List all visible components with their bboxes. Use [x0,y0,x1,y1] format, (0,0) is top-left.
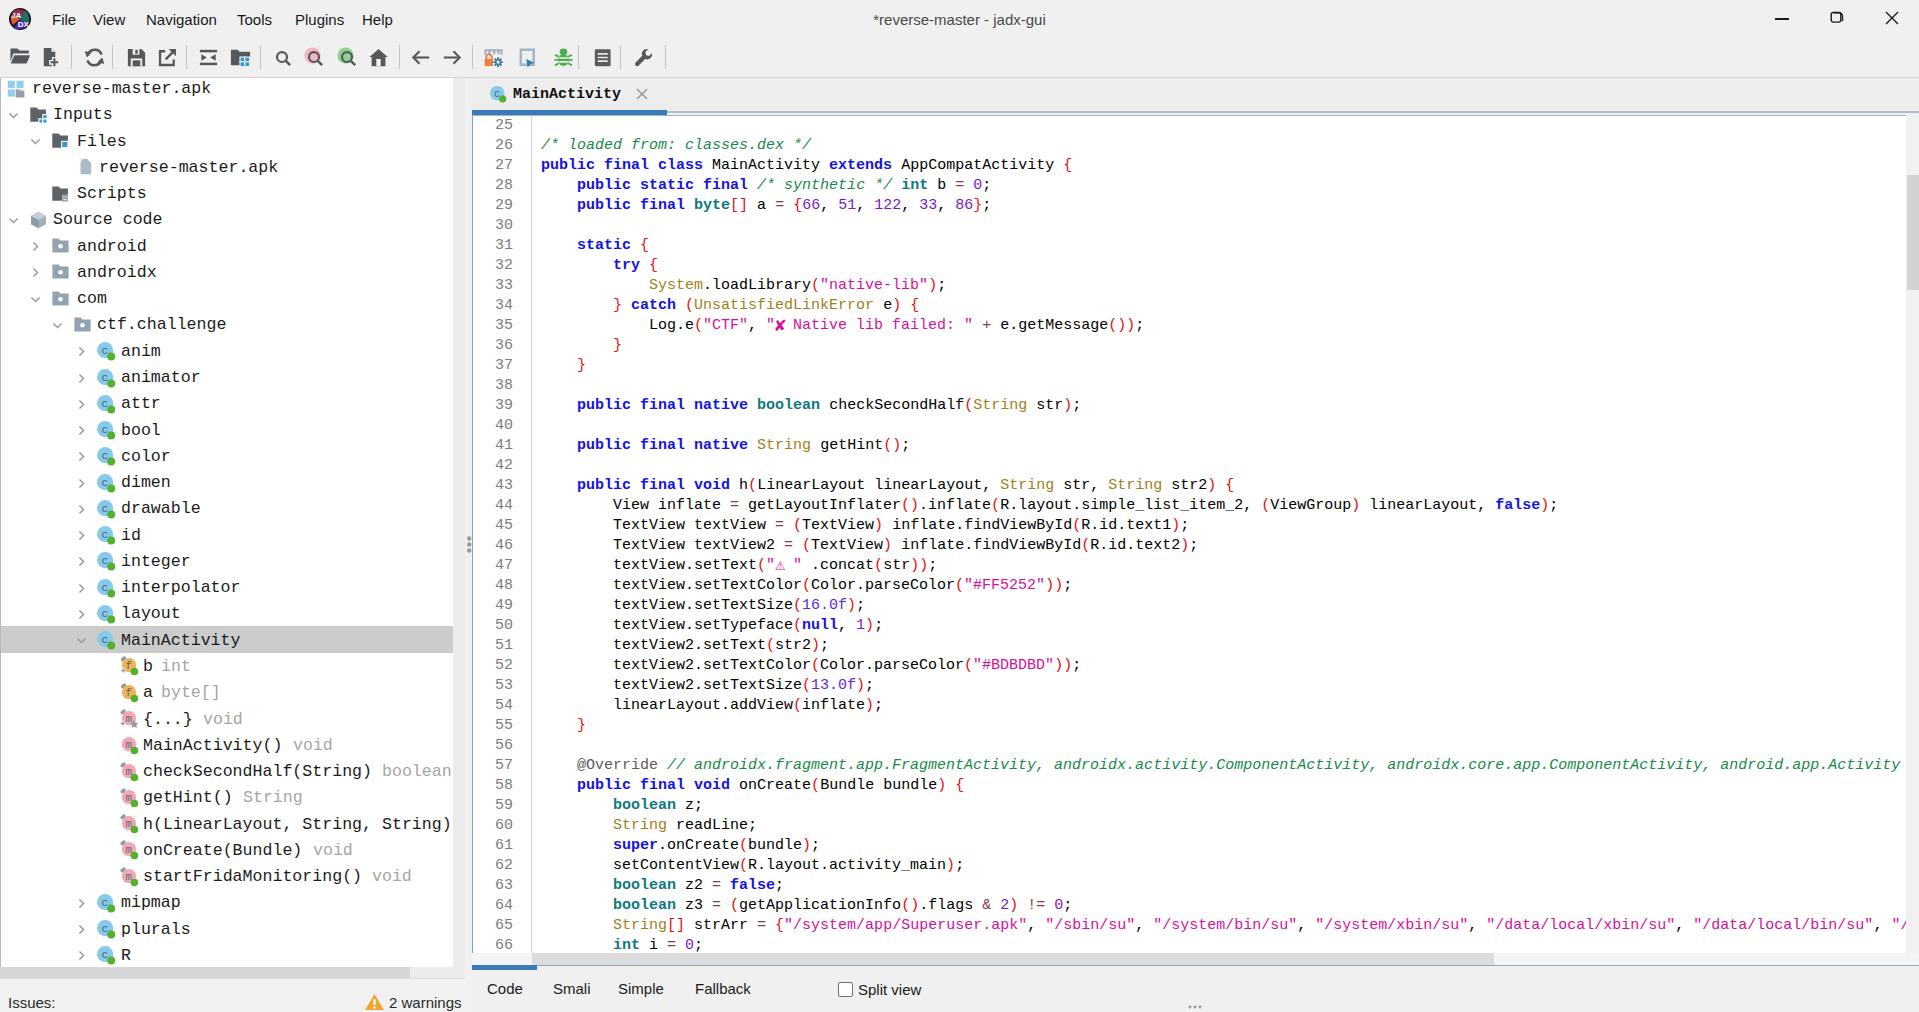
svg-text:c: c [101,398,108,410]
svg-text:c: c [101,424,108,436]
svg-text:c: c [101,608,108,620]
svg-text:c: c [101,581,108,593]
svg-text:c: c [494,89,500,100]
svg-text:c: c [101,345,108,357]
svg-text:c: c [101,897,108,909]
svg-text:c: c [101,923,108,935]
svg-text:c: c [101,634,108,646]
svg-text:m: m [126,713,133,725]
svg-text:c: c [101,555,108,567]
svg-text:c: c [101,476,108,488]
svg-text:c: c [101,503,108,515]
svg-text:c: c [101,949,108,961]
svg-text:c: c [101,371,108,383]
svg-text:c: c [101,529,108,541]
svg-text:c: c [101,450,108,462]
